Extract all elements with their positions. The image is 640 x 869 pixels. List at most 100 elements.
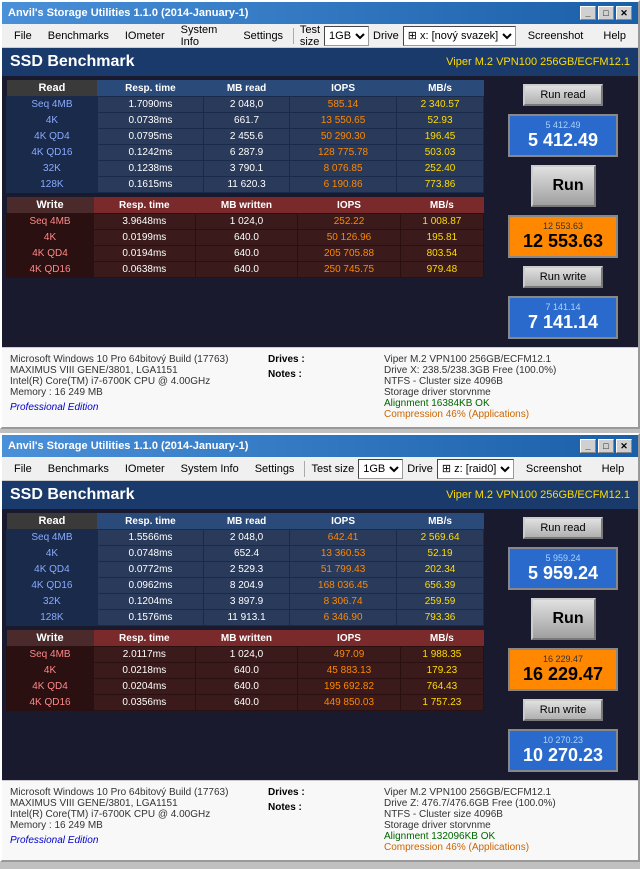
test-size-select[interactable]: 1GB [324, 26, 369, 46]
read-table: ReadResp. timeMB readIOPSMB/sSeq 4MB1.55… [6, 513, 484, 626]
test-size-select[interactable]: 1GB [358, 459, 403, 479]
table-row: Seq 4MB1.7090ms2 048,0585.142 340.57 [7, 97, 484, 113]
write-cell-2-4: 803.54 [400, 246, 483, 262]
test-size-label: Test size [300, 24, 320, 48]
score-write-label: 10 270.23 [518, 735, 608, 745]
read-cell-5-3: 6 190.86 [290, 177, 397, 193]
read-cell-0-1: 1.7090ms [97, 97, 203, 113]
read-cell-4-2: 3 897.9 [204, 594, 290, 610]
read-cell-3-2: 6 287.9 [204, 145, 290, 161]
help-button[interactable]: Help [594, 461, 633, 477]
read-cell-4-4: 252.40 [397, 161, 484, 177]
write-cell-0-1: 2.0117ms [94, 647, 196, 663]
write-cell-2-1: 0.0194ms [94, 246, 196, 262]
table-row: Seq 4MB2.0117ms1 024,0497.091 988.35 [7, 647, 484, 663]
score-read-label: 5 412.49 [518, 120, 608, 130]
pro-edition-label: Professional Edition [10, 402, 256, 413]
notes-label: Notes : [268, 802, 372, 813]
menu-item-system info[interactable]: System Info [173, 22, 236, 50]
read-cell-3-1: 0.1242ms [97, 145, 203, 161]
info-area: Microsoft Windows 10 Pro 64bitový Build … [2, 780, 638, 860]
read-table: ReadResp. timeMB readIOPSMB/sSeq 4MB1.70… [6, 80, 484, 193]
menu-item-iometer[interactable]: IOmeter [117, 28, 173, 44]
info-left: Microsoft Windows 10 Pro 64bitový Build … [6, 352, 260, 423]
write-cell-3-0: 4K QD16 [7, 262, 94, 278]
read-cell-4-3: 8 306.74 [290, 594, 397, 610]
info-line: Memory : 16 249 MB [10, 387, 256, 398]
menu-item-system info[interactable]: System Info [173, 461, 247, 477]
drive-select[interactable]: ⊞ x: [nový svazek] [403, 26, 516, 46]
write-cell-1-2: 640.0 [195, 230, 298, 246]
write-cell-0-3: 252.22 [298, 214, 401, 230]
help-button[interactable]: Help [595, 28, 634, 44]
read-cell-4-0: 32K [7, 594, 98, 610]
side-panel: Run read 5 412.49 5 412.49 Run 12 553.63… [488, 76, 638, 347]
minimize-button[interactable]: _ [580, 6, 596, 20]
info-right-line: Alignment 16384KB OK [384, 398, 630, 409]
info-area: Microsoft Windows 10 Pro 64bitový Build … [2, 347, 638, 427]
run-button[interactable]: Run [531, 165, 596, 207]
read-cell-2-4: 202.34 [397, 562, 484, 578]
read-cell-0-0: Seq 4MB [7, 530, 98, 546]
table-row: 32K0.1204ms3 897.98 306.74259.59 [7, 594, 484, 610]
read-cell-1-1: 0.0738ms [97, 113, 203, 129]
read-cell-5-2: 11 913.1 [204, 610, 290, 626]
screenshot-button[interactable]: Screenshot [518, 461, 590, 477]
maximize-button[interactable]: □ [598, 439, 614, 453]
run-read-button[interactable]: Run read [523, 517, 603, 539]
read-cell-4-0: 32K [7, 161, 98, 177]
read-cell-4-1: 0.1204ms [97, 594, 203, 610]
read-col-header-2: MB read [204, 80, 290, 97]
table-area: ReadResp. timeMB readIOPSMB/sSeq 4MB1.70… [2, 76, 488, 347]
drives-label: Drives : [268, 354, 372, 365]
read-cell-2-0: 4K QD4 [7, 562, 98, 578]
write-col-header-2: MB written [195, 197, 298, 214]
run-read-button[interactable]: Run read [523, 84, 603, 106]
score-write-value: 7 141.14 [518, 312, 608, 333]
info-line: Intel(R) Core(TM) i7-6700K CPU @ 4.00GHz [10, 376, 256, 387]
read-cell-5-0: 128K [7, 610, 98, 626]
menu-item-iometer[interactable]: IOmeter [117, 461, 173, 477]
run-write-button[interactable]: Run write [523, 266, 603, 288]
score-read-value: 5 412.49 [518, 130, 608, 151]
read-cell-0-1: 1.5566ms [97, 530, 203, 546]
close-button[interactable]: ✕ [616, 439, 632, 453]
info-right-line: Compression 46% (Applications) [384, 842, 630, 853]
read-cell-0-0: Seq 4MB [7, 97, 98, 113]
minimize-button[interactable]: _ [580, 439, 596, 453]
title-bar-buttons: _ □ ✕ [580, 6, 632, 20]
ssd-title: SSD Benchmark [10, 53, 135, 71]
write-col-header-4: MB/s [400, 197, 483, 214]
write-cell-1-3: 50 126.96 [298, 230, 401, 246]
close-button[interactable]: ✕ [616, 6, 632, 20]
write-cell-0-1: 3.9648ms [94, 214, 196, 230]
read-cell-0-2: 2 048,0 [204, 97, 290, 113]
drive-select[interactable]: ⊞ z: [raid0] [437, 459, 514, 479]
menu-item-file[interactable]: File [6, 461, 40, 477]
write-cell-2-0: 4K QD4 [7, 246, 94, 262]
screenshot-button[interactable]: Screenshot [520, 28, 592, 44]
read-cell-2-3: 51 799.43 [290, 562, 397, 578]
menu-item-settings[interactable]: Settings [235, 28, 291, 44]
score-write-box: 10 270.23 10 270.23 [508, 729, 618, 772]
info-right-line: Viper M.2 VPN100 256GB/ECFM12.1 [384, 354, 630, 365]
run-button[interactable]: Run [531, 598, 596, 640]
read-cell-5-1: 0.1576ms [97, 610, 203, 626]
write-cell-0-4: 1 988.35 [400, 647, 483, 663]
write-col-header-0: Write [7, 630, 94, 647]
menu-item-file[interactable]: File [6, 28, 40, 44]
read-cell-0-4: 2 340.57 [397, 97, 484, 113]
info-right-line: Viper M.2 VPN100 256GB/ECFM12.1 [384, 787, 630, 798]
info-right: Viper M.2 VPN100 256GB/ECFM12.1Drive Z: … [380, 785, 634, 856]
table-row: 4K0.0748ms652.413 360.5352.19 [7, 546, 484, 562]
read-cell-1-0: 4K [7, 546, 98, 562]
menu-item-benchmarks[interactable]: Benchmarks [40, 28, 117, 44]
write-cell-0-0: Seq 4MB [7, 647, 94, 663]
menu-item-benchmarks[interactable]: Benchmarks [40, 461, 117, 477]
maximize-button[interactable]: □ [598, 6, 614, 20]
drives-label: Drives : [268, 787, 372, 798]
info-line: MAXIMUS VIII GENE/3801, LGA1151 [10, 798, 256, 809]
table-row: Seq 4MB3.9648ms1 024,0252.221 008.87 [7, 214, 484, 230]
menu-item-settings[interactable]: Settings [247, 461, 303, 477]
run-write-button[interactable]: Run write [523, 699, 603, 721]
